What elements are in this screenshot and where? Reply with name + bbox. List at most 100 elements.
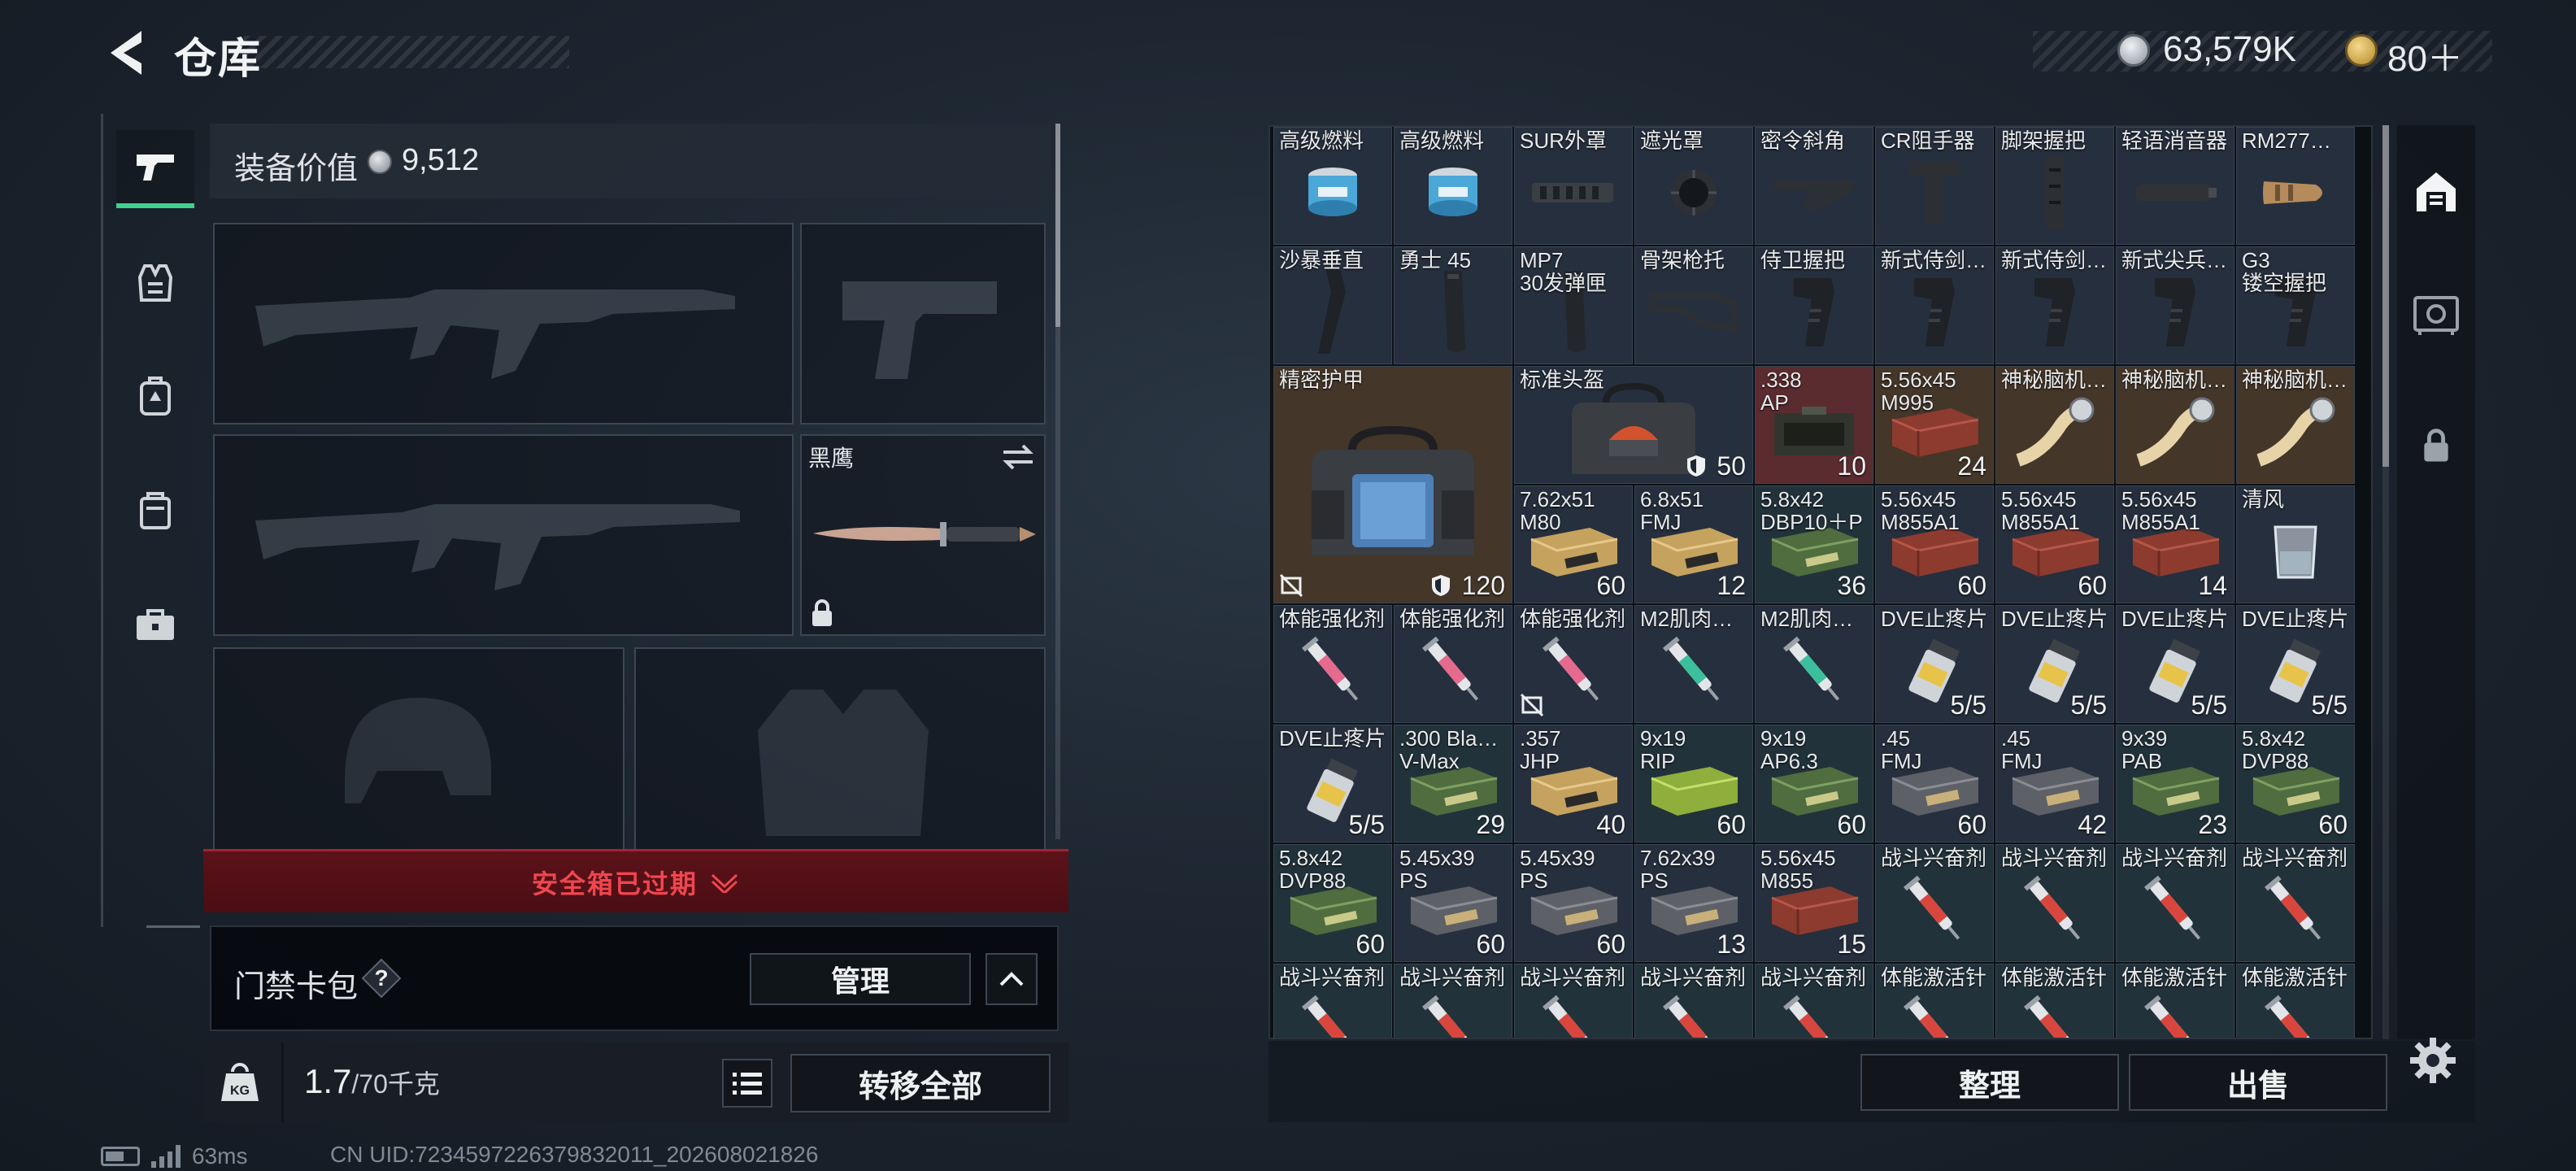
inventory-item[interactable]: DVE止疼片 5/5	[1995, 605, 2114, 723]
inventory-item[interactable]: 体能激活针	[2116, 964, 2234, 1038]
inventory-item[interactable]: 5.45x39 PS 60	[1514, 844, 1633, 962]
inventory-item[interactable]: 轻语消音器	[2116, 127, 2234, 245]
collapse-button[interactable]	[986, 953, 1038, 1005]
warehouse-grid[interactable]: 高级燃料 高级燃料 SUR外罩 遮光罩 密令斜角 CR阻手器 脚架握把 轻语消音器 RM277……	[1273, 127, 2371, 1038]
inventory-item[interactable]: 勇士 45	[1394, 246, 1512, 364]
inventory-item[interactable]: 5.56x45 M855A1 60	[1995, 485, 2114, 603]
nav-vest[interactable]	[116, 244, 194, 322]
inventory-item[interactable]: 神秘脑机…	[2236, 366, 2355, 484]
inventory-item[interactable]: 7.62x39 PS 13	[1634, 844, 1753, 962]
inventory-item[interactable]: 5.56x45 M855A1 60	[1875, 485, 1994, 603]
manage-button[interactable]: 管理	[750, 953, 971, 1005]
inventory-item[interactable]: CR阻手器	[1875, 127, 1994, 245]
inventory-item[interactable]: 9x39 PAB 23	[2116, 725, 2234, 842]
inventory-item[interactable]: 体能强化剂	[1273, 605, 1392, 723]
nav-weapons[interactable]	[116, 130, 194, 208]
inventory-item[interactable]: .338 AP 10	[1755, 366, 1873, 484]
inventory-item[interactable]: 战斗兴奋剂	[1514, 964, 1633, 1038]
warehouse-scroll-thumb[interactable]	[2382, 125, 2389, 467]
gear-icon[interactable]	[2407, 1034, 2459, 1086]
inventory-item[interactable]: 体能强化剂	[1394, 605, 1512, 723]
nav-pouch[interactable]	[116, 472, 194, 550]
inventory-item[interactable]: 侍卫握把	[1755, 246, 1873, 364]
inventory-item[interactable]: M2肌肉…	[1755, 605, 1873, 723]
inventory-item[interactable]: 神秘脑机…	[1995, 366, 2114, 484]
inventory-item[interactable]: 清风	[2236, 485, 2355, 603]
inventory-item[interactable]: 新式侍剑…	[1995, 246, 2114, 364]
inventory-item[interactable]: .45 FMJ 42	[1995, 725, 2114, 842]
inventory-item[interactable]: 新式尖兵…	[2116, 246, 2234, 364]
pistol-slot[interactable]	[800, 223, 1046, 424]
inventory-item[interactable]: 5.56x45 M855 15	[1755, 844, 1873, 962]
armor-slot[interactable]	[634, 647, 1046, 851]
inventory-item[interactable]: 高级燃料	[1273, 127, 1392, 245]
inventory-item[interactable]: 体能激活针	[1875, 964, 1994, 1038]
inventory-item[interactable]: 战斗兴奋剂	[1995, 844, 2114, 962]
inventory-item[interactable]: 神秘脑机…	[2116, 366, 2234, 484]
inventory-item[interactable]: 6.8x51 FMJ 12	[1634, 485, 1753, 603]
swap-icon[interactable]	[1000, 442, 1036, 472]
vault-icon[interactable]	[2412, 289, 2461, 338]
inventory-item[interactable]: 9x19 RIP 60	[1634, 725, 1753, 842]
inventory-item[interactable]: DVE止疼片 5/5	[1273, 725, 1392, 842]
inventory-item[interactable]: 战斗兴奋剂	[1394, 964, 1512, 1038]
help-icon[interactable]: ?	[361, 958, 402, 999]
inventory-item[interactable]: MP7 30发弹匣	[1514, 246, 1633, 364]
inventory-item[interactable]: 新式侍剑…	[1875, 246, 1994, 364]
inventory-item[interactable]: 战斗兴奋剂	[1273, 964, 1392, 1038]
inventory-item[interactable]: M2肌肉…	[1634, 605, 1753, 723]
melee-slot[interactable]: 黑鹰	[800, 434, 1046, 636]
inventory-item[interactable]: 战斗兴奋剂	[1634, 964, 1753, 1038]
currency-premium[interactable]: 80＋	[2387, 29, 2463, 81]
inventory-item[interactable]: 沙暴垂直	[1273, 246, 1392, 364]
helmet-slot[interactable]	[213, 647, 624, 851]
lock-icon[interactable]	[2418, 428, 2454, 464]
safe-box-expired-banner[interactable]: 安全箱已过期	[203, 849, 1068, 912]
inventory-item[interactable]: 5.8x42 DBP10＋P 36	[1755, 485, 1873, 603]
inventory-item[interactable]: 5.45x39 PS 60	[1394, 844, 1512, 962]
transfer-all-button[interactable]: 转移全部	[790, 1054, 1051, 1112]
inventory-item[interactable]: .300 Bla… V-Max 29	[1394, 725, 1512, 842]
inventory-item[interactable]: DVE止疼片 5/5	[1875, 605, 1994, 723]
inventory-item[interactable]: 体能激活针	[1995, 964, 2114, 1038]
sell-button[interactable]: 出售	[2129, 1054, 2387, 1111]
item-name: M2肌肉…	[1640, 607, 1734, 631]
inventory-item[interactable]: 精密护甲 120	[1273, 366, 1512, 603]
inventory-item[interactable]: 脚架握把	[1995, 127, 2114, 245]
equipment-value-label: 装备价值	[234, 152, 359, 186]
inventory-item[interactable]: 密令斜角	[1755, 127, 1873, 245]
inventory-item[interactable]: 5.56x45 M855A1 14	[2116, 485, 2234, 603]
inventory-item[interactable]: 体能激活针	[2236, 964, 2355, 1038]
nav-toolbox[interactable]	[116, 586, 194, 664]
secondary-weapon-slot[interactable]	[213, 434, 794, 636]
inventory-item[interactable]: DVE止疼片 5/5	[2116, 605, 2234, 723]
inventory-item[interactable]: 战斗兴奋剂	[1755, 964, 1873, 1038]
inventory-item[interactable]: 战斗兴奋剂	[2236, 844, 2355, 962]
inventory-item[interactable]: 7.62x51 M80 60	[1514, 485, 1633, 603]
inventory-item[interactable]: .357 JHP 40	[1514, 725, 1633, 842]
inventory-item[interactable]: G3 镂空握把	[2236, 246, 2355, 364]
primary-weapon-slot[interactable]	[213, 223, 794, 424]
inventory-item[interactable]: SUR外罩	[1514, 127, 1633, 245]
storage-icon[interactable]	[2412, 168, 2461, 216]
inventory-item[interactable]: 标准头盔 50	[1514, 366, 1753, 484]
back-arrow-icon[interactable]	[98, 24, 154, 81]
inventory-item[interactable]: 战斗兴奋剂	[1875, 844, 1994, 962]
nav-backpack[interactable]	[116, 358, 194, 436]
inventory-item[interactable]: 9x19 AP6.3 60	[1755, 725, 1873, 842]
list-view-button[interactable]	[722, 1059, 772, 1108]
inventory-item[interactable]: 遮光罩	[1634, 127, 1753, 245]
inventory-item[interactable]: 骨架枪托	[1634, 246, 1753, 364]
inventory-item[interactable]: RM277…	[2236, 127, 2355, 245]
sort-button[interactable]: 整理	[1860, 1054, 2119, 1111]
inventory-item[interactable]: 体能强化剂	[1514, 605, 1633, 723]
inventory-item[interactable]: 5.56x45 M995 24	[1875, 366, 1994, 484]
inventory-item[interactable]: 战斗兴奋剂	[2116, 844, 2234, 962]
durability-shield-icon	[1687, 455, 1705, 477]
inventory-item[interactable]: DVE止疼片 5/5	[2236, 605, 2355, 723]
inventory-item[interactable]: 高级燃料	[1394, 127, 1512, 245]
equipment-scroll-thumb[interactable]	[1055, 124, 1060, 327]
inventory-item[interactable]: 5.8x42 DVP88 60	[1273, 844, 1392, 962]
inventory-item[interactable]: 5.8x42 DVP88 60	[2236, 725, 2355, 842]
inventory-item[interactable]: .45 FMJ 60	[1875, 725, 1994, 842]
